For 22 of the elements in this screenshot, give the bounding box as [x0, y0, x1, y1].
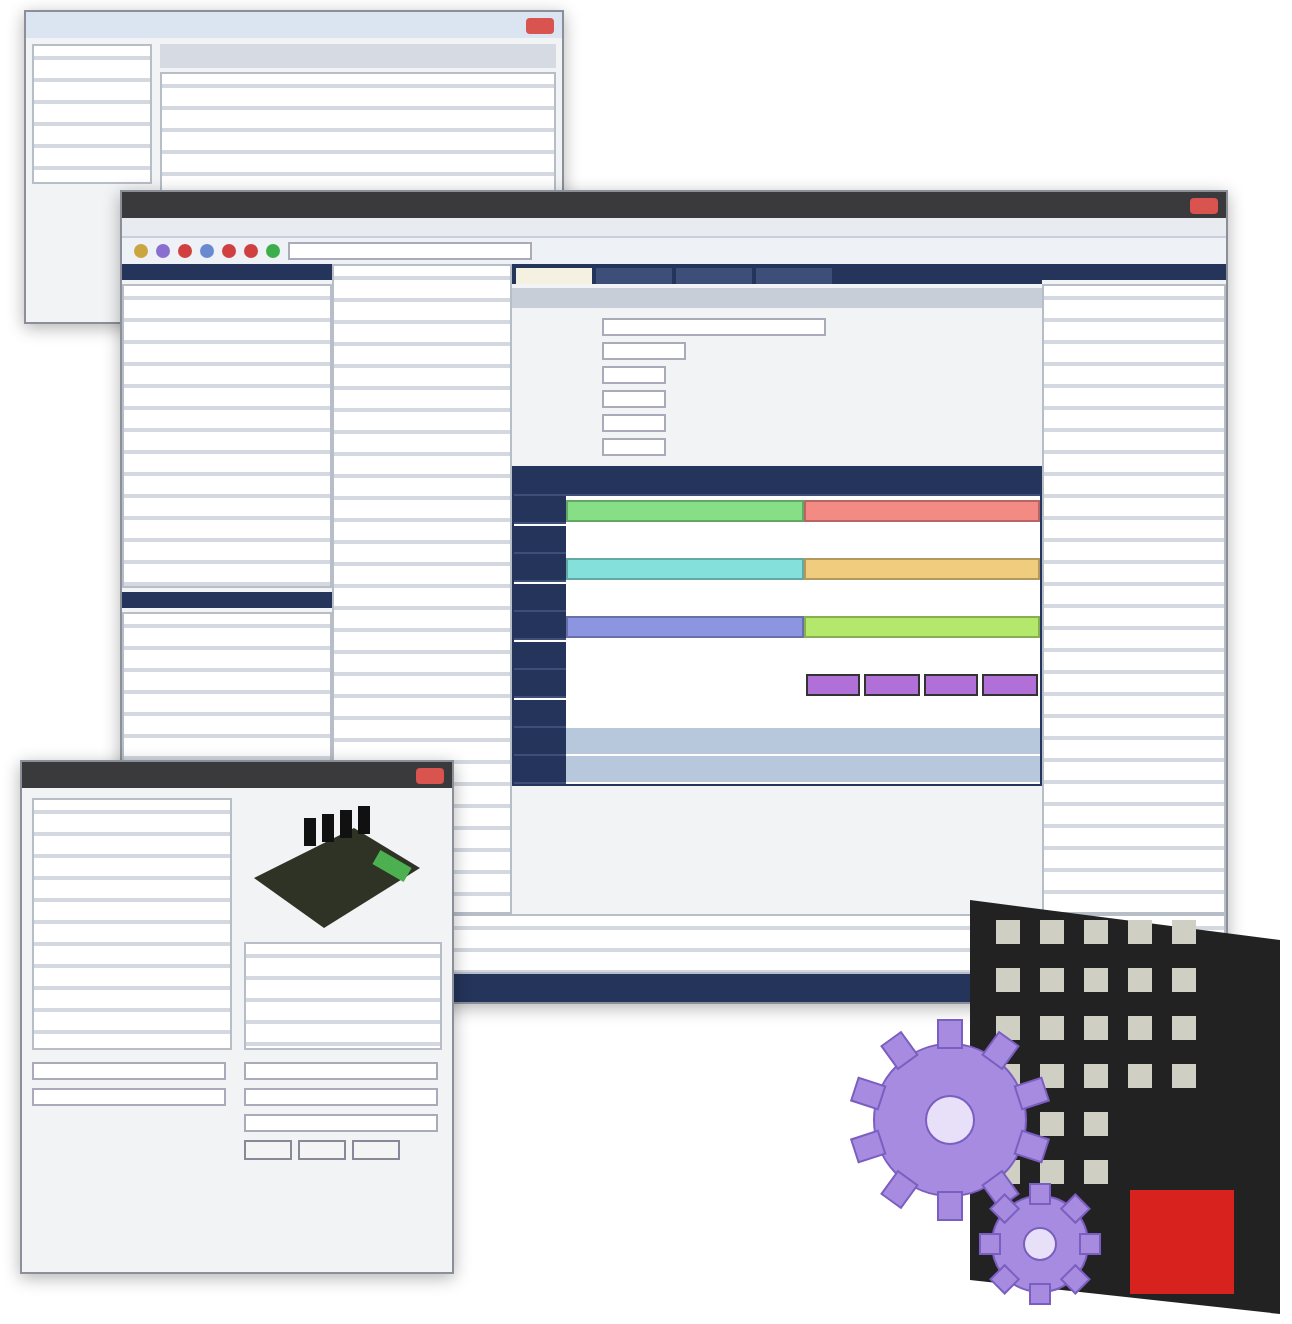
close-icon[interactable]: [416, 767, 444, 783]
input-list[interactable]: [32, 44, 152, 184]
device-list[interactable]: [32, 798, 232, 1049]
input-field[interactable]: [244, 1061, 438, 1079]
input-field[interactable]: [32, 1061, 226, 1079]
dialog-button[interactable]: [244, 1139, 292, 1159]
input-field[interactable]: [602, 366, 666, 384]
input-field[interactable]: [32, 1087, 226, 1105]
input-field[interactable]: [602, 318, 826, 336]
dialog-button[interactable]: [298, 1139, 346, 1159]
input-field[interactable]: [602, 438, 666, 456]
input-field[interactable]: [602, 342, 686, 360]
close-icon[interactable]: [1190, 197, 1218, 213]
schedule-block[interactable]: [805, 674, 861, 696]
search-field[interactable]: [288, 242, 532, 260]
close-icon[interactable]: [526, 17, 554, 33]
input-field[interactable]: [602, 390, 666, 408]
dialog-button[interactable]: [352, 1139, 400, 1159]
input-field[interactable]: [244, 1087, 438, 1105]
input-field[interactable]: [602, 414, 666, 432]
input-field[interactable]: [244, 1113, 438, 1131]
schedule-block[interactable]: [923, 674, 979, 696]
